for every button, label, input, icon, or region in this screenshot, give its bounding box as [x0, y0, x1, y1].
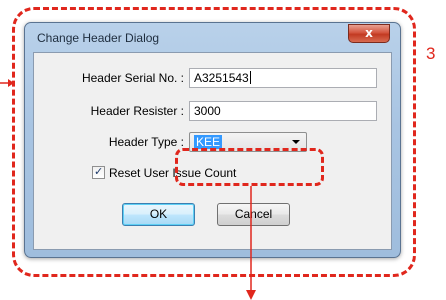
checkmark-icon: ✓: [94, 165, 104, 178]
chevron-down-icon: [292, 140, 300, 144]
resister-input[interactable]: 3000: [189, 101, 377, 121]
header-type-value: KEE: [194, 135, 223, 149]
header-type-highlight-box: [175, 148, 324, 186]
ok-button[interactable]: OK: [122, 203, 195, 226]
type-label: Header Type :: [108, 135, 184, 149]
resister-value: 3000: [194, 104, 221, 118]
dialog-title: Change Header Dialog: [37, 31, 160, 45]
serial-label: Header Serial No. :: [81, 71, 184, 85]
dialog-titlebar[interactable]: Change Header Dialog x: [25, 23, 400, 51]
text-caret: [249, 71, 251, 84]
close-button[interactable]: x: [348, 24, 390, 43]
serial-input[interactable]: A3251543: [189, 68, 377, 88]
reset-checkbox[interactable]: ✓: [92, 166, 105, 179]
change-header-dialog: Change Header Dialog x Header Serial No.…: [24, 22, 401, 258]
close-icon: x: [365, 26, 373, 40]
serial-value: A3251543: [194, 71, 249, 85]
down-arrow-icon: [246, 186, 256, 300]
screenshot-canvas: 3 Change Header Dialog x Header Serial N…: [0, 0, 446, 300]
resister-label: Header Resister :: [90, 104, 184, 118]
annotation-number: 3: [426, 44, 436, 63]
